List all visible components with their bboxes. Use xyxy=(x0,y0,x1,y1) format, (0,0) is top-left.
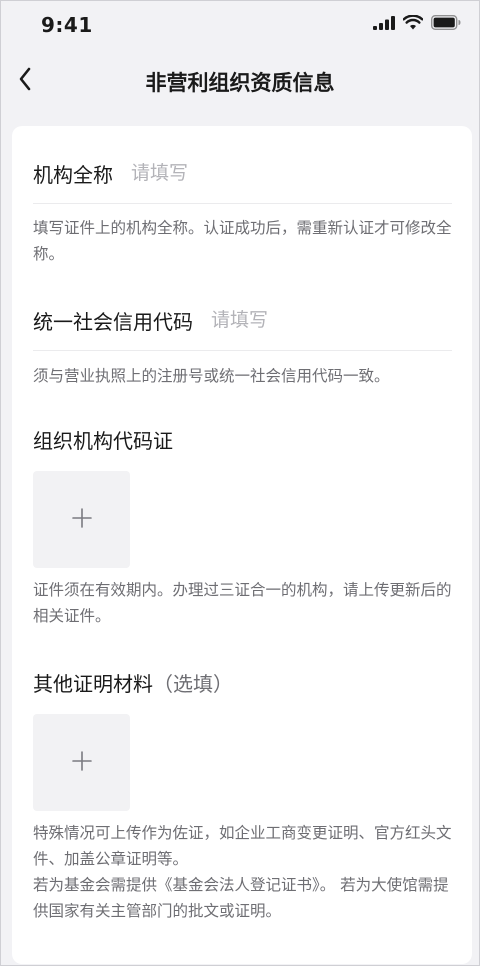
cellular-signal-icon xyxy=(373,15,395,34)
org-name-row: 机构全称 xyxy=(33,143,452,204)
org-code-cert-title: 组织机构代码证 xyxy=(33,429,173,453)
optional-tag: （选填） xyxy=(153,672,233,696)
credit-code-label: 统一社会信用代码 xyxy=(33,309,193,334)
form-card: 机构全称 填写证件上的机构全称。认证成功后，需重新认证才可修改全称。 统一社会信… xyxy=(12,126,472,964)
status-icons xyxy=(373,14,461,34)
org-name-label: 机构全称 xyxy=(33,162,113,187)
org-code-cert-upload-button[interactable] xyxy=(33,471,130,568)
other-materials-upload-button[interactable] xyxy=(33,714,130,811)
navigation-bar: 非营利组织资质信息 xyxy=(1,53,479,111)
status-bar: 9:41 xyxy=(1,1,479,49)
org-code-cert-hint: 证件须在有效期内。办理过三证合一的机构，请上传更新后的相关证件。 xyxy=(33,581,452,625)
wifi-icon xyxy=(402,14,424,34)
credit-code-input[interactable] xyxy=(211,309,452,331)
credit-code-hint: 须与营业执照上的注册号或统一社会信用代码一致。 xyxy=(33,367,390,385)
org-name-hint: 填写证件上的机构全称。认证成功后，需重新认证才可修改全称。 xyxy=(33,219,452,263)
other-materials-hint: 特殊情况可上传作为佐证，如企业工商变更证明、官方红头文件、加盖公章证明等。 若为… xyxy=(33,820,453,924)
other-materials-title: 其他证明材料（选填） xyxy=(33,668,233,697)
credit-code-row: 统一社会信用代码 xyxy=(33,290,452,351)
battery-icon xyxy=(430,14,461,34)
page-title: 非营利组织资质信息 xyxy=(145,71,335,95)
org-name-input[interactable] xyxy=(131,162,452,184)
status-time: 9:41 xyxy=(41,13,93,37)
plus-icon xyxy=(71,507,92,532)
plus-icon xyxy=(71,750,92,775)
other-materials-hint-line2: 若为基金会需提供《基金会法人登记证书》。 若为大使馆需提供国家有关主管部门的批文… xyxy=(33,876,449,920)
other-materials-hint-line1: 特殊情况可上传作为佐证，如企业工商变更证明、官方红头文件、加盖公章证明等。 xyxy=(33,824,452,868)
other-materials-title-text: 其他证明材料 xyxy=(33,672,153,696)
